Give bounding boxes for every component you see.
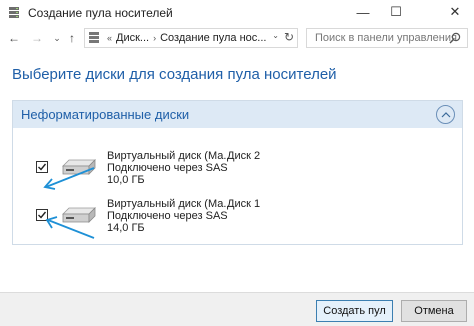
- create-pool-button[interactable]: Создать пул: [316, 300, 393, 322]
- annotation-arrow: [43, 167, 95, 190]
- up-button[interactable]: ↑: [64, 30, 80, 46]
- maximize-button[interactable]: ☐: [381, 0, 411, 24]
- search-placeholder: Поиск в панели управления: [315, 32, 457, 44]
- address-bar[interactable]: « Диск... › Создание пула нос... ⌄ ↻: [84, 28, 298, 48]
- dialog-footer: Создать пул Отмена: [0, 292, 474, 326]
- address-segment-disks[interactable]: Диск...: [116, 32, 149, 44]
- disk-connection: Подключено через SAS: [107, 162, 228, 174]
- cancel-button[interactable]: Отмена: [401, 300, 467, 322]
- disk-connection: Подключено через SAS: [107, 210, 228, 222]
- storage-pool-app-icon: [9, 7, 19, 18]
- window-title: Создание пула носителей: [28, 6, 173, 20]
- navigation-bar: ← → ⌄ ↑ « Диск... › Создание пула нос...…: [0, 28, 474, 50]
- search-icon: [449, 32, 461, 44]
- address-dropdown-icon[interactable]: ⌄: [272, 31, 279, 40]
- disk-number: Диск 2: [227, 150, 261, 162]
- disk-size: 14,0 ГБ: [107, 222, 145, 234]
- disk-number: Диск 1: [227, 198, 261, 210]
- page-heading: Выберите диски для создания пула носител…: [12, 66, 337, 83]
- search-input[interactable]: Поиск в панели управления: [306, 28, 468, 48]
- disk-name: Виртуальный диск (Ма...: [107, 150, 233, 162]
- forward-button[interactable]: →: [29, 30, 45, 46]
- disk-size: 10,0 ГБ: [107, 174, 145, 186]
- address-overflow[interactable]: «: [107, 33, 112, 43]
- recent-locations-button[interactable]: ⌄: [49, 30, 65, 46]
- address-segment-create-pool[interactable]: Создание пула нос...: [160, 32, 266, 44]
- storage-pool-small-icon: [89, 32, 99, 43]
- minimize-button[interactable]: —: [348, 0, 378, 24]
- chevron-up-icon: [441, 111, 450, 117]
- refresh-icon[interactable]: ↻: [284, 30, 294, 44]
- address-separator[interactable]: ›: [153, 33, 156, 43]
- annotation-arrow: [45, 216, 95, 239]
- back-button[interactable]: ←: [6, 30, 22, 46]
- collapse-button[interactable]: [436, 105, 455, 124]
- title-bar: Создание пула носителей — ☐ ✕: [0, 0, 474, 26]
- close-button[interactable]: ✕: [440, 0, 470, 24]
- group-title: Неформатированные диски: [21, 107, 190, 122]
- disk-name: Виртуальный диск (Ма...: [107, 198, 233, 210]
- group-header[interactable]: Неформатированные диски: [13, 101, 462, 128]
